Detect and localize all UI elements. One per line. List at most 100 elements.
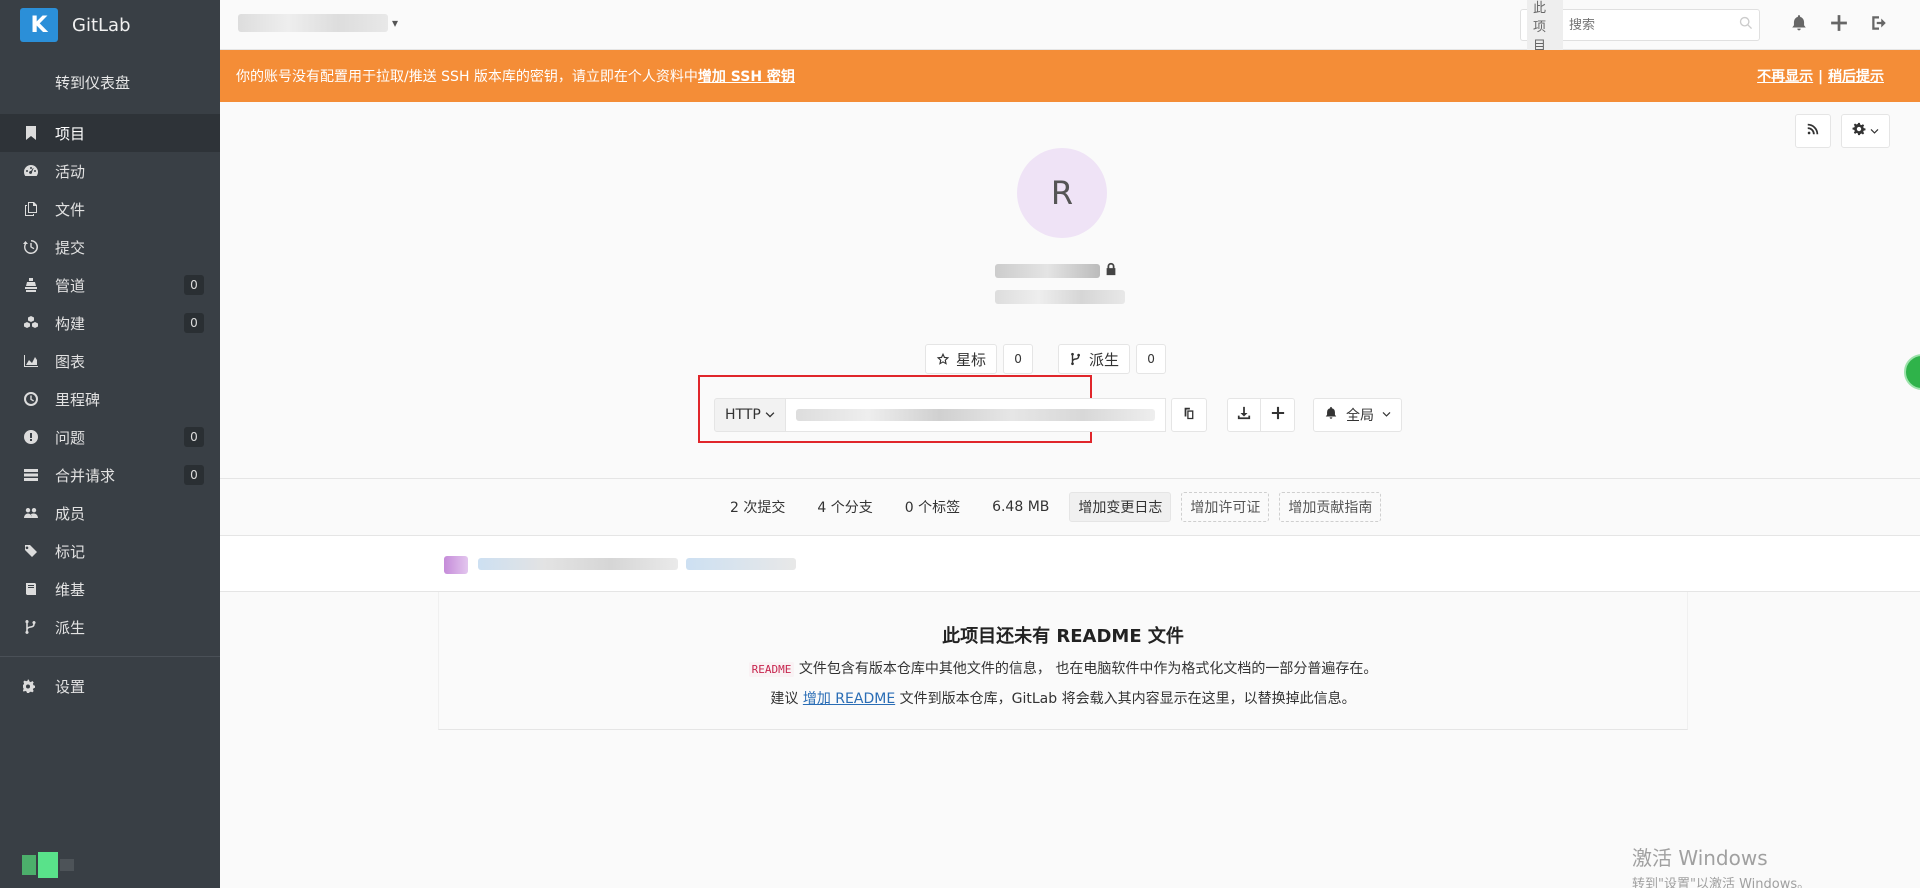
tasks-icon <box>22 466 40 484</box>
star-group: 星标 0 <box>925 344 1034 374</box>
gear-icon <box>1852 122 1866 140</box>
readme-suggestion-prefix: 建议 <box>770 691 803 707</box>
sidebar-item-label: 管道 <box>55 276 86 295</box>
fork-icon <box>22 618 40 636</box>
clone-url-input[interactable] <box>785 398 1166 432</box>
add-license-button[interactable]: 增加许可证 <box>1181 492 1270 522</box>
issues-count-badge: 0 <box>184 427 204 447</box>
readme-suggestion-suffix: 文件到版本仓库，GitLab 将会载入其内容显示在这里，以替换掉此信息。 <box>895 691 1356 707</box>
clipboard-icon <box>1182 406 1196 424</box>
header-actions <box>1790 14 1888 36</box>
add-ssh-key-link[interactable]: 增加 SSH 密钥 <box>698 69 795 85</box>
sidebar-item-settings[interactable]: 设置 <box>0 667 220 705</box>
brand-name: GitLab <box>72 14 131 36</box>
sidebar-item-forks[interactable]: 派生 <box>0 608 220 646</box>
search-input[interactable] <box>1569 17 1739 33</box>
sidebar-item-members[interactable]: 成员 <box>0 494 220 532</box>
nav-divider <box>0 656 220 657</box>
sidebar-item-merge-requests[interactable]: 合并请求 0 <box>0 456 220 494</box>
sidebar-item-issues[interactable]: 问题 0 <box>0 418 220 456</box>
sign-out-icon[interactable] <box>1870 14 1888 36</box>
new-item-button[interactable] <box>1261 398 1295 432</box>
download-icon <box>1237 406 1251 424</box>
clone-url-group: HTTP <box>714 398 1166 432</box>
project-settings-dropdown[interactable] <box>1841 114 1890 148</box>
bookmark-icon <box>22 124 40 142</box>
commit-author-avatar[interactable] <box>444 556 468 574</box>
download-group <box>1227 398 1295 432</box>
go-to-dashboard-link[interactable]: 转到仪表盘 <box>0 50 220 114</box>
add-readme-link[interactable]: 增加 README <box>803 691 895 707</box>
download-button[interactable] <box>1227 398 1261 432</box>
files-icon <box>22 200 40 218</box>
sidebar-item-project[interactable]: 项目 <box>0 114 220 152</box>
commits-count-link[interactable]: 2 次提交 <box>730 497 785 517</box>
sidebar-item-tags[interactable]: 标记 <box>0 532 220 570</box>
star-count[interactable]: 0 <box>1003 344 1034 374</box>
dashboard-icon <box>22 162 40 180</box>
user-avatar[interactable] <box>22 852 82 878</box>
readme-suggestion: 建议 增加 README 文件到版本仓库，GitLab 将会载入其内容显示在这里… <box>439 688 1687 708</box>
bell-icon[interactable] <box>1790 14 1808 36</box>
remind-later-link[interactable]: 稍后提示 <box>1828 69 1884 85</box>
star-button[interactable]: 星标 <box>925 344 998 374</box>
readme-code-tag: README <box>748 662 795 677</box>
brand[interactable]: K GitLab <box>0 0 220 50</box>
plus-icon[interactable] <box>1830 14 1848 36</box>
sidebar-item-label: 图表 <box>55 352 86 371</box>
builds-count-badge: 0 <box>184 313 204 333</box>
search-box[interactable]: 此项目 <box>1520 0 1760 57</box>
sidebar-item-builds[interactable]: 构建 0 <box>0 304 220 342</box>
rss-icon <box>1806 122 1820 140</box>
exclamation-circle-icon <box>22 428 40 446</box>
sidebar-item-label: 活动 <box>55 162 86 181</box>
sidebar-item-label: 设置 <box>55 677 86 696</box>
tags-icon <box>22 542 40 560</box>
repo-size: 6.48 MB <box>992 499 1050 515</box>
add-contributing-button[interactable]: 增加贡献指南 <box>1279 492 1382 522</box>
sidebar-item-wiki[interactable]: 维基 <box>0 570 220 608</box>
rss-button[interactable] <box>1795 114 1831 148</box>
sidebar-item-graphs[interactable]: 图表 <box>0 342 220 380</box>
commit-meta <box>686 558 796 570</box>
commit-message[interactable] <box>478 558 678 570</box>
sidebar-item-label: 提交 <box>55 238 86 257</box>
sidebar-item-label: 派生 <box>55 618 86 637</box>
star-icon <box>936 352 950 365</box>
chevron-down-icon <box>765 412 775 418</box>
banner-separator: | <box>1818 69 1824 85</box>
sidebar-item-files[interactable]: 文件 <box>0 190 220 228</box>
pipeline-icon <box>22 276 40 294</box>
sidebar-item-commits[interactable]: 提交 <box>0 228 220 266</box>
book-icon <box>22 580 40 598</box>
merge-requests-count-badge: 0 <box>184 465 204 485</box>
notification-dropdown[interactable]: 全局 <box>1313 398 1402 432</box>
copy-url-button[interactable] <box>1171 398 1207 432</box>
dont-show-again-link[interactable]: 不再显示 <box>1757 69 1813 85</box>
sidebar-item-milestones[interactable]: 里程碑 <box>0 380 220 418</box>
search-icon[interactable] <box>1739 16 1753 34</box>
tags-count-link[interactable]: 0 个标签 <box>905 497 960 517</box>
history-icon <box>22 238 40 256</box>
sidebar-item-pipelines[interactable]: 管道 0 <box>0 266 220 304</box>
banner-text: 你的账号没有配置用于拉取/推送 SSH 版本库的密钥，请立即在个人资料中 <box>236 69 698 85</box>
search-scope-badge[interactable]: 此项目 <box>1527 0 1563 57</box>
sidebar-item-label: 成员 <box>55 504 86 523</box>
banner-message: 你的账号没有配置用于拉取/推送 SSH 版本库的密钥，请立即在个人资料中增加 S… <box>236 66 1757 86</box>
sidebar-item-label: 里程碑 <box>55 390 101 409</box>
sidebar-item-label: 维基 <box>55 580 86 599</box>
readme-description: README 文件包含有版本仓库中其他文件的信息， 也在电脑软件中作为格式化文档… <box>439 658 1687 678</box>
fork-button[interactable]: 派生 <box>1058 344 1131 374</box>
ssh-key-warning-banner: 你的账号没有配置用于拉取/推送 SSH 版本库的密钥，请立即在个人资料中增加 S… <box>220 50 1920 102</box>
project-stats-bar: 2 次提交 4 个分支 0 个标签 6.48 MB 增加变更日志 增加许可证 增… <box>220 478 1920 536</box>
clone-protocol-dropdown[interactable]: HTTP <box>714 398 786 432</box>
add-changelog-button[interactable]: 增加变更日志 <box>1069 492 1172 522</box>
branches-count-link[interactable]: 4 个分支 <box>817 497 872 517</box>
clone-url-value <box>795 409 1155 421</box>
sidebar-item-activity[interactable]: 活动 <box>0 152 220 190</box>
star-label: 星标 <box>956 350 987 369</box>
gitlab-logo-icon: K <box>20 8 58 42</box>
breadcrumb-caret-icon[interactable]: ▾ <box>392 16 398 30</box>
breadcrumb[interactable] <box>238 14 388 32</box>
fork-count[interactable]: 0 <box>1136 344 1167 374</box>
